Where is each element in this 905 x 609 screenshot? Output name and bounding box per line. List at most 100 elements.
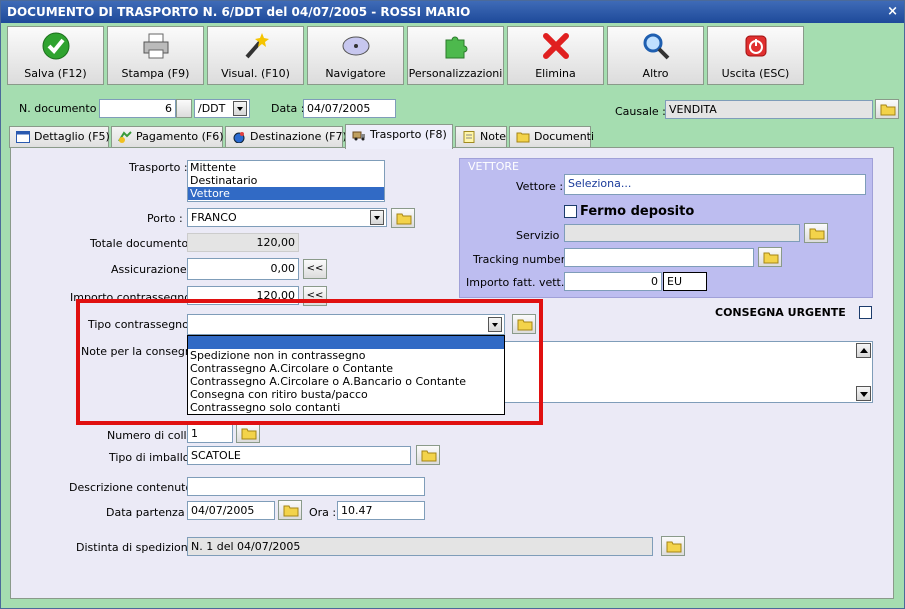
truck-icon	[352, 131, 365, 141]
tab-trasporto[interactable]: Trasporto (F8)	[345, 124, 453, 149]
tipo-contrassegno-label: Tipo contrassegno :	[88, 318, 197, 331]
globe-icon	[233, 132, 245, 143]
tracking-folder-button[interactable]	[758, 247, 782, 267]
trasporto-label: Trasporto :	[129, 161, 188, 174]
imballo-folder-button[interactable]	[416, 445, 440, 465]
importo-vettore-label: Importo fatt. vett.	[466, 276, 565, 289]
tipo-contrassegno-folder-button[interactable]	[512, 314, 536, 334]
fermo-deposito-checkbox[interactable]	[564, 205, 577, 218]
exit-button[interactable]: Uscita (ESC)	[707, 26, 804, 85]
tab-destinazione[interactable]: Destinazione (F7)	[225, 126, 347, 148]
urgente-checkbox[interactable]	[859, 306, 872, 319]
puzzle-icon	[445, 36, 468, 59]
chevron-down-icon[interactable]	[233, 101, 247, 116]
dropdown-option[interactable]: Contrassegno A.Circolare o A.Bancario o …	[188, 375, 504, 388]
totale-value: 120,00	[187, 233, 299, 252]
navigator-label: Navigatore	[325, 67, 386, 80]
imballo-label: Tipo di imballo :	[109, 451, 197, 464]
scroll-up-icon[interactable]	[856, 343, 871, 358]
ndoc-spin-button[interactable]	[176, 99, 192, 118]
fermo-deposito-label: Fermo deposito	[580, 204, 695, 219]
servizio-label: Servizio :	[516, 229, 567, 242]
chevron-down-icon[interactable]	[488, 317, 502, 332]
folder-icon	[421, 450, 437, 462]
dropdown-option[interactable]: Contrassegno A.Circolare o Contante	[188, 362, 504, 375]
exit-label: Uscita (ESC)	[721, 67, 790, 80]
date-label: Data :	[271, 102, 305, 115]
ddt-window: DOCUMENTO DI TRASPORTO N. 6/DDT del 04/0…	[0, 0, 905, 609]
trasporto-option-selected[interactable]: Vettore	[188, 187, 384, 200]
delete-label: Elimina	[535, 67, 576, 80]
scroll-down-icon[interactable]	[856, 386, 871, 401]
servizio-input[interactable]	[564, 224, 800, 242]
magnifier-icon	[643, 33, 670, 60]
servizio-folder-button[interactable]	[804, 223, 828, 243]
importo-contrassegno-label: Importo contrassegno :	[70, 291, 199, 304]
print-button[interactable]: Stampa (F9)	[107, 26, 204, 85]
date-input[interactable]: 04/07/2005	[303, 99, 396, 118]
distinta-input[interactable]: N. 1 del 04/07/2005	[187, 537, 653, 556]
chevron-down-icon[interactable]	[370, 210, 384, 225]
tab-pagamento[interactable]: Pagamento (F6)	[111, 126, 224, 148]
dropdown-option[interactable]: Contrassegno solo contanti	[188, 401, 504, 414]
trasporto-listbox[interactable]: Mittente Destinatario Vettore	[187, 160, 385, 202]
importo-vettore-input[interactable]: 0	[564, 272, 662, 291]
ndoc-input[interactable]: 6	[99, 99, 176, 118]
tab-documenti[interactable]: Documenti	[509, 126, 595, 148]
descrizione-input[interactable]	[187, 477, 425, 496]
folder-icon	[763, 252, 779, 264]
series-select[interactable]: /DDT	[194, 99, 250, 118]
tab-note[interactable]: Note	[455, 126, 507, 148]
close-icon[interactable]: ×	[887, 1, 898, 23]
series-value: /DDT	[198, 102, 226, 115]
importo-contrassegno-copy-button[interactable]: <<	[303, 286, 327, 306]
save-button[interactable]: Salva (F12)	[7, 26, 104, 85]
tab-documenti-label: Documenti	[534, 130, 595, 143]
tab-note-label: Note	[480, 130, 507, 143]
assicurazione-copy-button[interactable]: <<	[303, 259, 327, 279]
causale-label: Causale :	[615, 105, 666, 118]
other-label: Altro	[642, 67, 669, 80]
dropdown-option[interactable]: Spedizione non in contrassegno	[188, 349, 504, 362]
assicurazione-label: Assicurazione :	[111, 263, 194, 276]
causale-folder-button[interactable]	[875, 99, 899, 119]
vettore-input[interactable]: Seleziona...	[564, 174, 866, 195]
note-consegna-label: Note per la consegna	[81, 345, 199, 358]
currency-input[interactable]: EU	[663, 272, 707, 291]
imballo-input[interactable]: SCATOLE	[187, 446, 411, 465]
colli-folder-button[interactable]	[236, 423, 260, 443]
porto-folder-button[interactable]	[391, 208, 415, 228]
importo-contrassegno-input[interactable]: 120,00	[187, 286, 299, 305]
folder-icon	[517, 319, 533, 331]
printer-icon	[143, 33, 169, 59]
compass-icon	[342, 36, 370, 56]
navigator-button[interactable]: Navigatore	[307, 26, 404, 85]
ora-input[interactable]: 10.47	[337, 501, 425, 520]
trasporto-option[interactable]: Mittente	[188, 161, 384, 174]
folder-icon	[241, 428, 257, 440]
tipo-contrassegno-select[interactable]	[187, 314, 505, 335]
colli-input[interactable]: 1	[187, 424, 233, 443]
partenza-date-label: Data partenza :	[106, 506, 192, 519]
preview-button[interactable]: Visual. (F10)	[207, 26, 304, 85]
delete-button[interactable]: Elimina	[507, 26, 604, 85]
other-button[interactable]: Altro	[607, 26, 704, 85]
causale-input[interactable]: VENDITA	[665, 100, 873, 119]
ora-label: Ora :	[309, 506, 337, 519]
customize-button[interactable]: Personalizzazioni	[407, 26, 504, 85]
dropdown-option-selected[interactable]	[188, 336, 504, 349]
trasporto-option[interactable]: Destinatario	[188, 174, 384, 187]
porto-select[interactable]: FRANCO	[187, 208, 387, 227]
folder-icon	[880, 104, 896, 116]
totale-label: Totale documento :	[90, 237, 196, 250]
partenza-date-input[interactable]: 04/07/2005	[187, 501, 275, 520]
partenza-folder-button[interactable]	[278, 500, 302, 520]
distinta-folder-button[interactable]	[661, 536, 685, 556]
tracking-input[interactable]	[564, 248, 754, 267]
tipo-contrassegno-dropdown[interactable]: Spedizione non in contrassegno Contrasse…	[187, 335, 505, 415]
tab-dettaglio-label: Dettaglio (F5)	[34, 130, 110, 143]
dropdown-option[interactable]: Consegna con ritiro busta/pacco	[188, 388, 504, 401]
vettore-title: VETTORE	[468, 160, 519, 173]
assicurazione-input[interactable]: 0,00	[187, 258, 299, 280]
tab-dettaglio[interactable]: Dettaglio (F5)	[9, 126, 110, 148]
